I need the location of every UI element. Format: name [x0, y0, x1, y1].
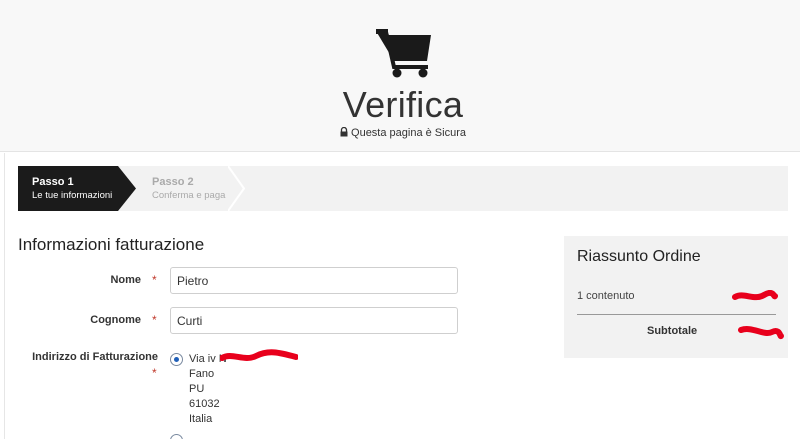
radio-dot [174, 357, 179, 362]
redaction-mark [220, 349, 298, 361]
step-1-title: Passo 1 [32, 176, 74, 188]
address-line-province: PU [189, 383, 205, 395]
redaction-mark [738, 326, 784, 340]
address-line-country: Italia [189, 413, 213, 425]
summary-subtotal-label: Subtotale [647, 325, 698, 337]
redaction-mark [732, 290, 778, 301]
step-1-subtitle: Le tue informazioni [32, 190, 113, 201]
summary-divider [577, 314, 776, 315]
address-line-postcode: 61032 [189, 398, 220, 410]
required-mark: * [152, 273, 157, 287]
step-1-background [18, 166, 136, 211]
step-2-title[interactable]: Passo 2 [152, 176, 194, 188]
nome-field[interactable] [170, 267, 458, 294]
step-2-chevron [228, 166, 246, 211]
address-label: Indirizzo di Fatturazione [32, 351, 158, 363]
secure-text: Questa pagina è Sicura [351, 127, 466, 139]
address-line-city: Fano [189, 368, 215, 380]
cognome-field[interactable] [170, 307, 458, 334]
cart-icon [376, 29, 431, 78]
secure-notice: Questa pagina è Sicura [0, 127, 800, 139]
summary-item-count: 1 contenuto [577, 290, 635, 302]
lock-icon [340, 127, 348, 137]
required-mark: * [152, 313, 157, 327]
nome-label: Nome [110, 274, 141, 286]
required-mark: * [152, 366, 157, 380]
cognome-label: Cognome [90, 314, 141, 326]
section-title: Informazioni fatturazione [18, 235, 205, 254]
address-radio-selected[interactable] [170, 353, 183, 366]
step-2-subtitle: Conferma e paga [152, 190, 226, 201]
step-1[interactable] [18, 166, 136, 211]
summary-title: Riassunto Ordine [577, 248, 701, 265]
page-title: Verifica [342, 84, 464, 125]
